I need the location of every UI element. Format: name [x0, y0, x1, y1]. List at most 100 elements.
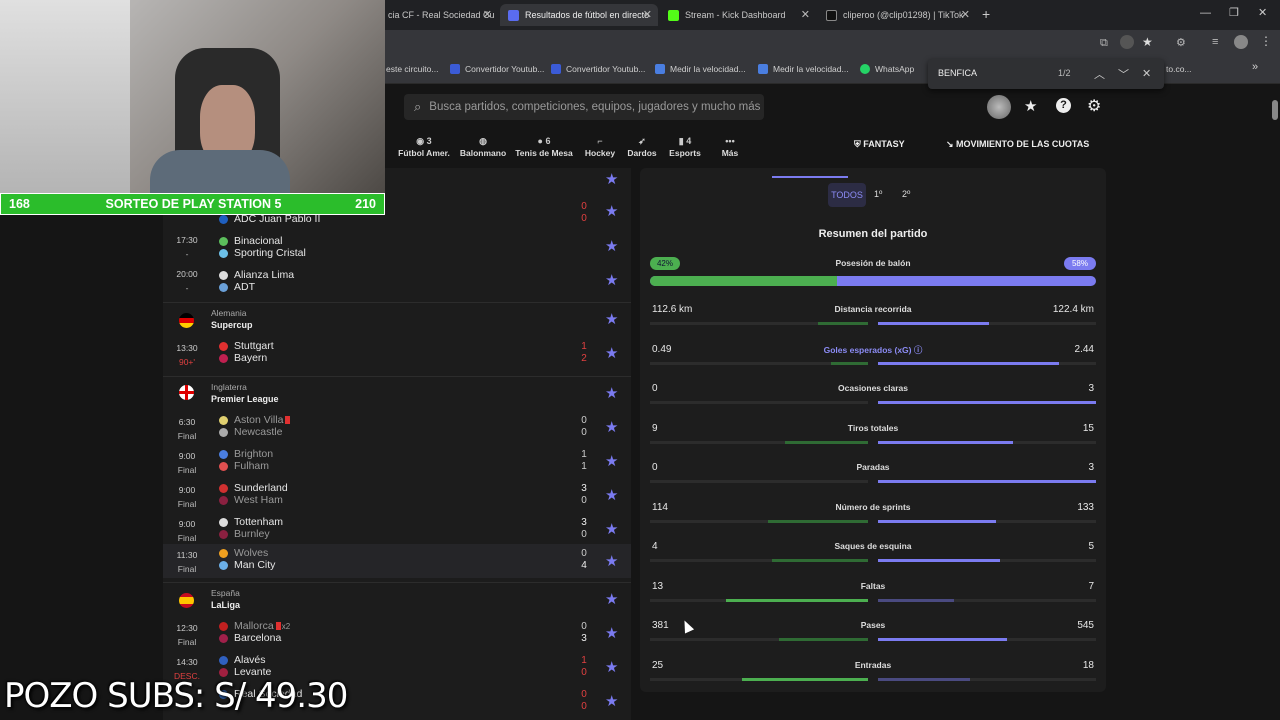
favorite-star-icon[interactable]: ★	[605, 486, 618, 504]
team-name: Tottenham	[234, 516, 284, 528]
match-status: Final	[177, 564, 197, 574]
cast-icon[interactable]: ⧉	[1100, 37, 1108, 50]
extension-icon[interactable]	[1120, 35, 1134, 49]
stat-name: Tiros totales	[847, 422, 899, 433]
bookmark-item[interactable]: Convertidor Youtub...	[551, 64, 645, 74]
favorite-star-icon[interactable]: ★	[605, 344, 618, 362]
match-time: 6:30 Final	[163, 417, 211, 441]
match-row[interactable]: 9:00 Final Sunderland West Ham 3 0 ★	[163, 482, 631, 512]
league-header[interactable]: España LaLiga ★	[163, 586, 631, 616]
search-input[interactable]: Busca partidos, competiciones, equipos, …	[429, 101, 760, 113]
stat-home-track	[650, 677, 868, 681]
close-icon[interactable]: ✕	[801, 8, 810, 21]
bookmark-whatsapp[interactable]: WhatsApp	[860, 64, 914, 74]
bookmark-item[interactable]: Medir la velocidad...	[655, 64, 746, 74]
help-icon[interactable]: ?	[1056, 98, 1071, 113]
filter-todos[interactable]: TODOS	[828, 183, 866, 207]
close-icon[interactable]: ✕	[643, 8, 652, 21]
close-window-icon[interactable]: ✕	[1258, 6, 1267, 19]
bookmark-label: Medir la velocidad...	[773, 64, 849, 74]
find-prev-icon[interactable]: ︿	[1094, 66, 1105, 82]
sport-futbol-americano[interactable]: ◉ 3 Fútbol Amer.	[398, 136, 450, 158]
bookmark-star-icon[interactable]: ★	[1142, 35, 1153, 49]
find-next-icon[interactable]: ﹀	[1118, 66, 1129, 82]
favorite-star-icon[interactable]: ★	[605, 202, 618, 220]
site-search[interactable]: ⌕ Busca partidos, competiciones, equipos…	[404, 94, 764, 120]
bookmark-icon	[551, 64, 561, 74]
bookmark-item[interactable]: este circuito...	[386, 64, 438, 74]
home-team: Alianza Lima	[219, 269, 294, 281]
tab-real-sociedad[interactable]: cia CF - Real Sociedad Cu ✕	[380, 4, 498, 26]
match-row-selected[interactable]: 11:30 Final Wolves Man City 0 4 ★	[163, 544, 631, 578]
favorite-star-icon[interactable]: ★	[605, 452, 618, 470]
favorite-star-icon[interactable]: ★	[605, 590, 618, 608]
favorite-star-icon[interactable]: ★	[605, 658, 618, 676]
filter-second-half[interactable]: 2º	[902, 189, 910, 199]
filter-first-half[interactable]: 1º	[874, 189, 882, 199]
media-icon[interactable]: ≡	[1212, 36, 1218, 48]
favorite-star-icon[interactable]: ★	[605, 170, 618, 188]
settings-gear-icon[interactable]: ⚙	[1087, 96, 1101, 116]
favorite-star-icon[interactable]: ★	[605, 418, 618, 436]
tab-tiktok[interactable]: cliperoo (@clip01298) | TikTok ✕	[818, 4, 976, 26]
league-header[interactable]: Inglaterra Premier League ★	[163, 380, 631, 410]
sport-dardos[interactable]: ➶ Dardos	[624, 136, 660, 158]
table-tennis-icon: ●	[537, 136, 543, 146]
favorite-star-icon[interactable]: ★	[605, 624, 618, 642]
favorite-star-icon[interactable]: ★	[605, 237, 618, 255]
darts-icon: ➶	[638, 136, 646, 146]
favorite-star-icon[interactable]: ★	[605, 520, 618, 538]
minimize-icon[interactable]: —	[1200, 7, 1211, 19]
sport-balonmano[interactable]: ◍ Balonmano	[458, 136, 508, 158]
close-icon[interactable]: ✕	[483, 8, 492, 21]
match-row[interactable]: 13:30 90+' Stuttgart Bayern 1 2 ★	[163, 340, 631, 370]
divider	[163, 582, 631, 583]
league-header[interactable]: Alemania Supercup ★	[163, 306, 631, 336]
favorite-star-icon[interactable]: ★	[605, 692, 618, 710]
team-name: Mallorca	[234, 620, 274, 632]
away-score: 0	[581, 427, 587, 438]
find-close-icon[interactable]: ✕	[1142, 67, 1151, 80]
user-avatar[interactable]	[987, 95, 1011, 119]
team-crest	[219, 495, 228, 505]
more-bookmarks-icon[interactable]: »	[1252, 61, 1258, 73]
match-row[interactable]: 9:00 Final Tottenham Burnley 3 0 ★	[163, 516, 631, 546]
bookmark-item[interactable]: Convertidor Youtub...	[450, 64, 544, 74]
new-tab-icon[interactable]: +	[982, 6, 990, 22]
favorite-star-icon[interactable]: ★	[605, 552, 618, 570]
away-score: 1	[581, 461, 587, 472]
bookmark-item[interactable]: Medir la velocidad...	[758, 64, 849, 74]
sport-esports[interactable]: ▮ 4 Esports	[667, 136, 703, 158]
fantasy-link[interactable]: ⛨ FANTASY	[854, 139, 905, 150]
sport-mas[interactable]: ••• Más	[716, 136, 744, 158]
sport-hockey[interactable]: ⌐ Hockey	[582, 136, 618, 158]
page-scrollbar[interactable]	[1272, 100, 1278, 120]
close-icon[interactable]: ✕	[961, 8, 970, 21]
match-time: 13:30 90+'	[163, 343, 211, 367]
favorites-star-icon[interactable]: ★	[1024, 97, 1037, 115]
maximize-icon[interactable]: ❐	[1229, 6, 1239, 19]
sport-tenis-de-mesa[interactable]: ● 6 Tenis de Mesa	[515, 136, 573, 158]
favorite-star-icon[interactable]: ★	[605, 384, 618, 402]
tab-kick[interactable]: Stream - Kick Dashboard ✕	[660, 4, 816, 26]
match-row[interactable]: 12:30 Final Mallorca x2 Barcelona 0 3 ★	[163, 620, 631, 650]
stat-away-value: 133	[1077, 501, 1094, 513]
menu-icon[interactable]: ⋮	[1260, 34, 1272, 48]
find-input[interactable]: BENFICA	[938, 68, 977, 78]
match-row[interactable]: 17:30 - Binacional Sporting Cristal ★	[163, 232, 631, 262]
odds-label: MOVIMIENTO DE LAS CUOTAS	[956, 139, 1090, 149]
favorite-star-icon[interactable]: ★	[605, 310, 618, 328]
sport-label: Dardos	[627, 148, 657, 158]
kickoff-time: 9:00	[178, 485, 196, 495]
match-row[interactable]: 20:00 - Alianza Lima ADT ★	[163, 266, 631, 296]
odds-movement-link[interactable]: ↘ MOVIMIENTO DE LAS CUOTAS	[946, 139, 1089, 150]
match-row[interactable]: 6:30 Final Aston Villa Newcastle 0 0 ★	[163, 414, 631, 444]
profile-avatar[interactable]	[1234, 35, 1248, 49]
match-row[interactable]: 9:00 Final Brighton Fulham 1 1 ★	[163, 448, 631, 478]
favorite-star-icon[interactable]: ★	[605, 271, 618, 289]
team-crest	[219, 449, 228, 459]
bookmark-item[interactable]: to.co...	[1166, 64, 1192, 74]
tab-resultados[interactable]: Resultados de fútbol en directo ✕	[500, 4, 658, 26]
bookmark-label: WhatsApp	[875, 64, 915, 74]
extensions-icon[interactable]: ⚙	[1176, 36, 1186, 49]
